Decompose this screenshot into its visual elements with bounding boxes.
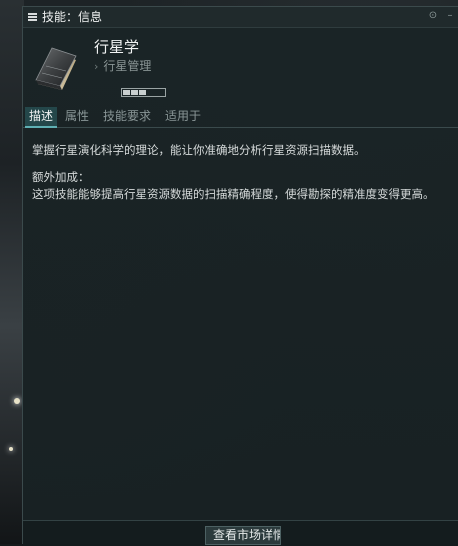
tab-bar: 描述 属性 技能要求 适用于 [23, 105, 458, 128]
background-light [9, 447, 13, 451]
skill-group-label: 行星管理 [103, 59, 152, 73]
minimize-icon[interactable]: – [444, 10, 456, 22]
skill-name: 行星学 [94, 38, 140, 56]
description-text: 掌握行星演化科学的理论，能让你准确地分析行星资源扫描数据。 [32, 143, 366, 157]
skill-header: 行星学 › 行星管理 [23, 28, 458, 104]
level-segment [139, 90, 146, 95]
bonus-heading: 额外加成： [32, 170, 90, 184]
window-title: 技能：信息 [42, 10, 103, 24]
bonus-text: 这项技能能够提高行星资源数据的扫描精确程度，使得勘探的精准度变得更高。 [32, 187, 435, 201]
skill-level-indicator [121, 88, 166, 97]
level-segment [155, 90, 162, 95]
skill-group-link[interactable]: › 行星管理 [94, 59, 151, 74]
book-icon [35, 47, 77, 90]
menu-icon[interactable] [28, 13, 37, 21]
tab-description[interactable]: 描述 [25, 107, 58, 128]
description-panel: 掌握行星演化科学的理论，能让你准确地分析行星资源扫描数据。 额外加成： 这项技能… [32, 142, 452, 203]
level-segment [123, 90, 130, 95]
chevron-right-icon: › [94, 60, 99, 73]
level-segment [147, 90, 154, 95]
view-market-details-button[interactable]: 查看市场详情 [205, 526, 281, 545]
skill-info-window: 技能：信息 ⊙ – 行星学 › 行星管理 描述 属性 技能要求 适用于 掌握行星… [22, 6, 458, 546]
pin-icon[interactable]: ⊙ [427, 10, 439, 22]
background-scenery [0, 0, 24, 544]
tab-requirements[interactable]: 技能要求 [103, 108, 151, 124]
tab-used-with[interactable]: 适用于 [165, 108, 201, 124]
title-bar[interactable]: 技能：信息 ⊙ – [23, 7, 458, 28]
level-segment [131, 90, 138, 95]
background-light [14, 398, 20, 404]
footer: 查看市场详情 [23, 520, 458, 546]
tab-attributes[interactable]: 属性 [65, 108, 89, 124]
